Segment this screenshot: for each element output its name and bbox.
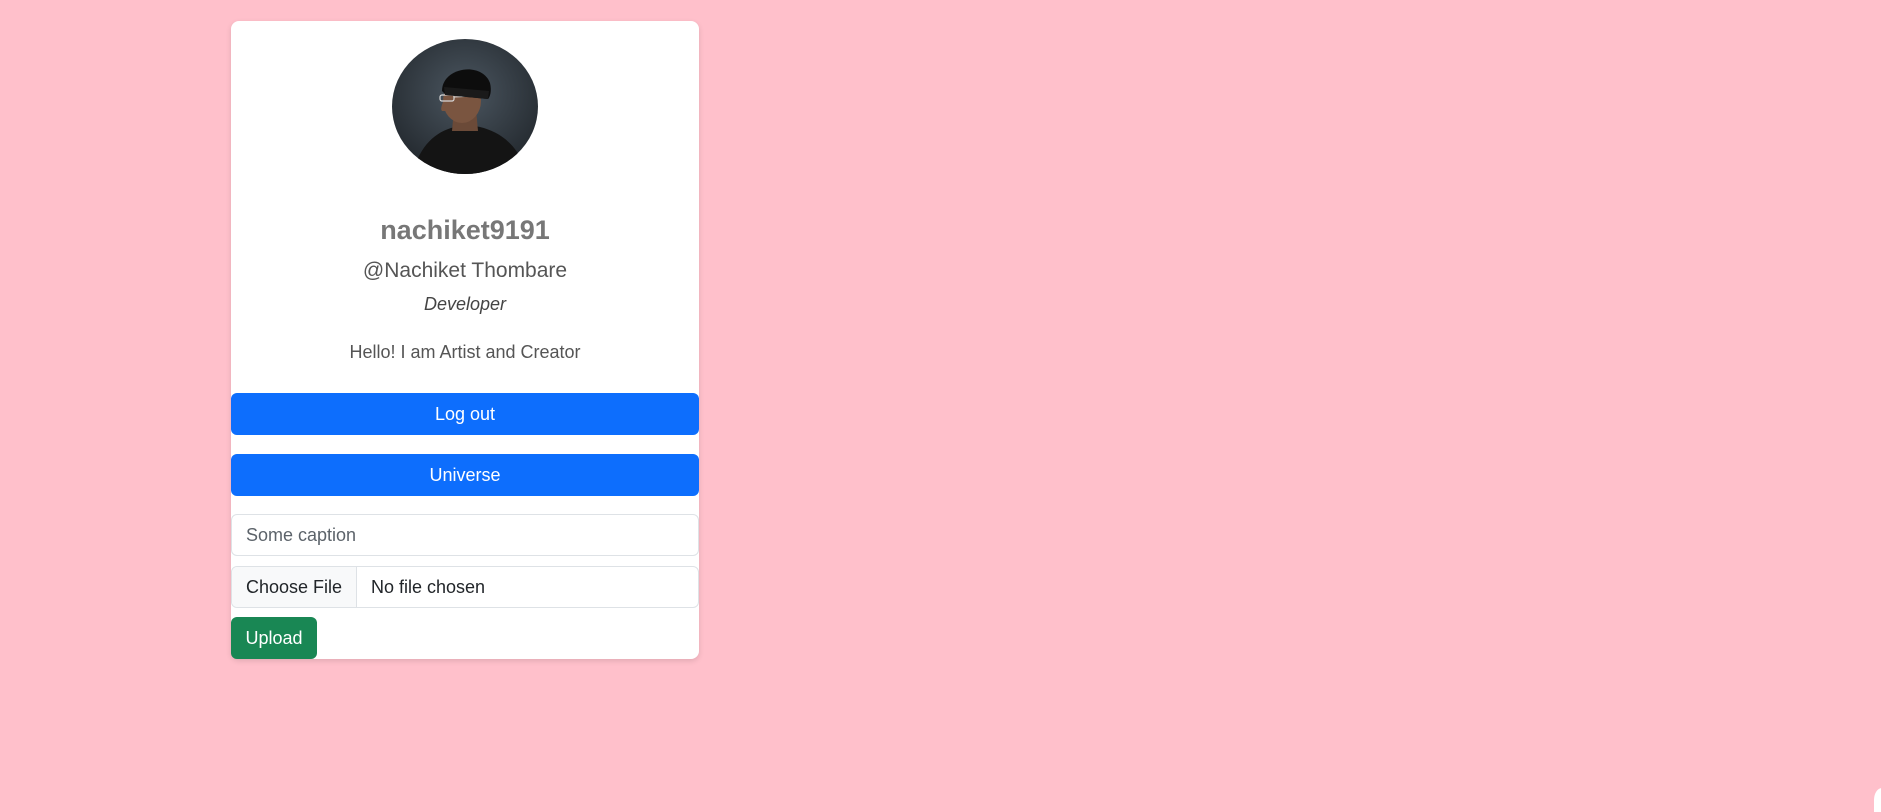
file-status: No file chosen [371, 576, 486, 597]
upload-button[interactable]: Upload [231, 617, 317, 659]
universe-button[interactable]: Universe [231, 454, 699, 496]
bio: Hello! I am Artist and Creator [349, 342, 581, 362]
profile-card: nachiket9191 @Nachiket Thombare Develope… [231, 21, 699, 659]
avatar-photo [392, 39, 538, 174]
logout-button[interactable]: Log out [231, 393, 699, 435]
role: Developer [423, 294, 507, 314]
corner-decoration [1874, 788, 1881, 812]
caption-input[interactable] [231, 514, 699, 556]
username: nachiket9191 [380, 215, 550, 245]
full-name: @Nachiket Thombare [362, 259, 568, 282]
avatar [392, 39, 538, 174]
file-input[interactable]: Choose File No file chosen [231, 566, 699, 608]
choose-file-button[interactable]: Choose File [232, 567, 357, 607]
